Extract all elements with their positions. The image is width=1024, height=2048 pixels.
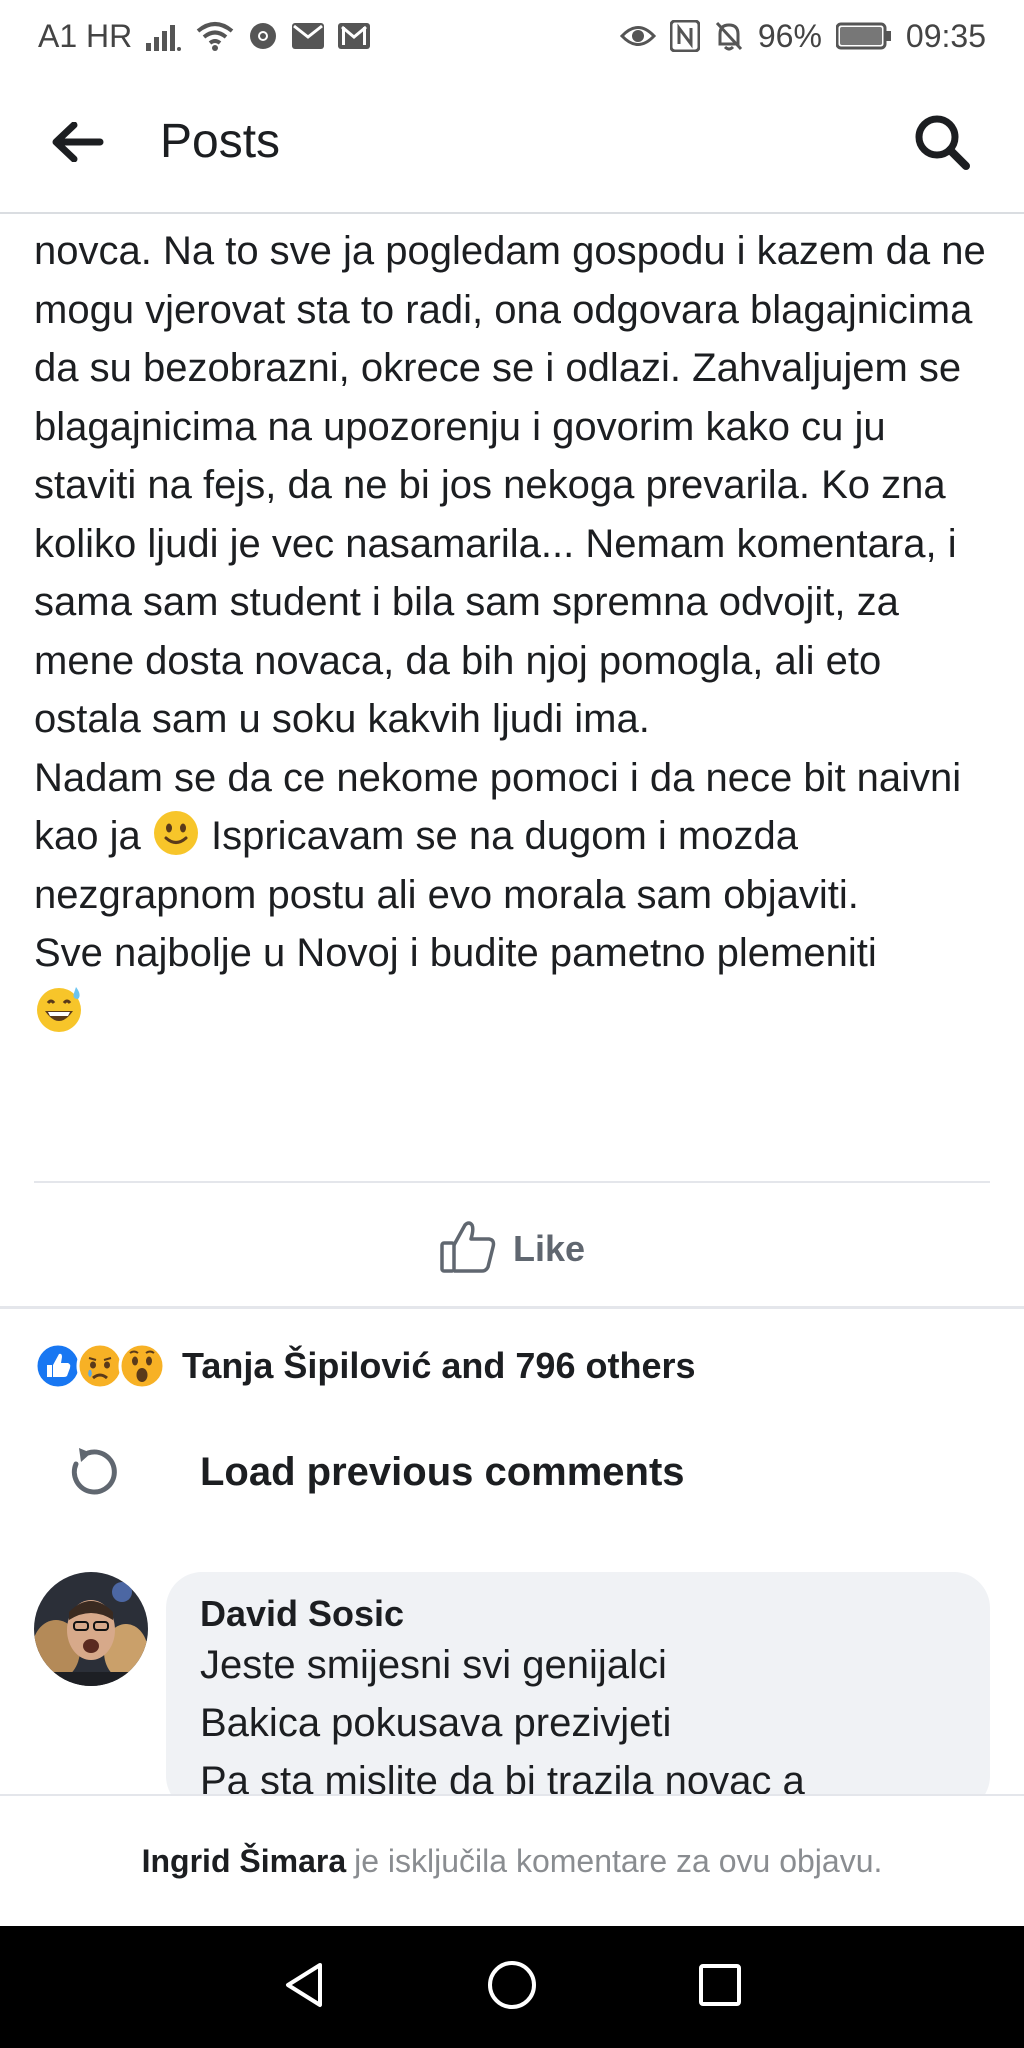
signal-icon <box>146 21 182 51</box>
comment-line: Jeste smijesni svi genijalci <box>200 1643 667 1687</box>
search-button[interactable] <box>908 110 976 178</box>
nfc-icon <box>669 20 700 52</box>
post-text: Sve najbolje u Novoj i budite pametno pl… <box>34 931 877 975</box>
sad-reaction-icon <box>76 1342 124 1390</box>
circle-home-icon <box>486 1959 538 2016</box>
nav-back-button[interactable] <box>264 1947 344 2027</box>
post-owner-name[interactable]: Ingrid Šimara <box>142 1843 347 1880</box>
like-reaction-icon <box>34 1342 82 1390</box>
page-title: Posts <box>160 115 281 168</box>
mail-icon <box>292 23 325 49</box>
divider <box>0 1306 1024 1309</box>
thumbs-up-icon <box>439 1219 497 1280</box>
comment-bubble[interactable]: David Sosic Jeste smijesni svi genijalci… <box>166 1572 990 1812</box>
like-label: Like <box>512 1228 586 1269</box>
triangle-back-icon <box>282 1961 326 2014</box>
bell-off-icon <box>714 20 744 52</box>
load-previous-label: Load previous comments <box>200 1450 685 1494</box>
post-paragraph: Sve najbolje u Novoj i budite pametno pl… <box>34 924 998 1043</box>
wifi-icon <box>196 21 234 51</box>
comment-author[interactable]: David Sosic <box>200 1592 956 1636</box>
clock: 09:35 <box>905 17 986 54</box>
post-paragraph: novca. Na to sve ja pogledam gospodu i k… <box>34 229 986 741</box>
chrome-icon <box>248 21 278 51</box>
reactions-summary[interactable]: Tanja Šipilović and 796 others <box>34 1340 696 1392</box>
eye-icon <box>619 23 656 49</box>
reload-icon <box>62 1444 120 1502</box>
system-navigation-bar <box>0 1926 1024 2048</box>
avatar[interactable] <box>34 1572 148 1686</box>
app-bar: Posts <box>0 72 1024 214</box>
grinning-face-with-sweat-icon <box>34 983 82 1032</box>
like-button[interactable]: Like <box>0 1208 1024 1290</box>
square-recents-icon <box>697 1962 743 2013</box>
reaction-icons <box>34 1342 166 1390</box>
wow-reaction-icon <box>118 1342 166 1390</box>
comments-disabled-text: je isključila komentare za ovu objavu. <box>354 1842 883 1879</box>
divider <box>34 1181 990 1183</box>
post-body: novca. Na to sve ja pogledam gospodu i k… <box>34 222 998 1043</box>
comments-disabled-notice: Ingrid Šimara je isključila komentare za… <box>0 1794 1024 1926</box>
nav-home-button[interactable] <box>472 1947 552 2027</box>
gmail-icon <box>338 23 371 49</box>
status-right: 96% 09:35 <box>619 17 986 55</box>
status-bar: A1 HR 96% 09:35 <box>0 0 1024 72</box>
reactions-count-text: Tanja Šipilović and 796 others <box>182 1345 696 1386</box>
post-paragraph: Nadam se da ce nekome pomoci i da nece b… <box>34 749 998 925</box>
search-icon <box>912 112 972 177</box>
back-button[interactable] <box>48 116 108 172</box>
carrier-label: A1 HR <box>38 17 133 54</box>
comment-line: Bakica pokusava prezivjeti <box>200 1701 672 1745</box>
load-previous-comments-button[interactable]: Load previous comments <box>0 1438 1024 1508</box>
nav-recents-button[interactable] <box>680 1947 760 2027</box>
back-arrow-icon <box>52 121 104 167</box>
status-left: A1 HR <box>38 17 371 55</box>
battery-percent: 96% <box>757 17 822 54</box>
battery-icon <box>835 22 892 50</box>
slightly-smiling-face-icon <box>152 809 200 857</box>
